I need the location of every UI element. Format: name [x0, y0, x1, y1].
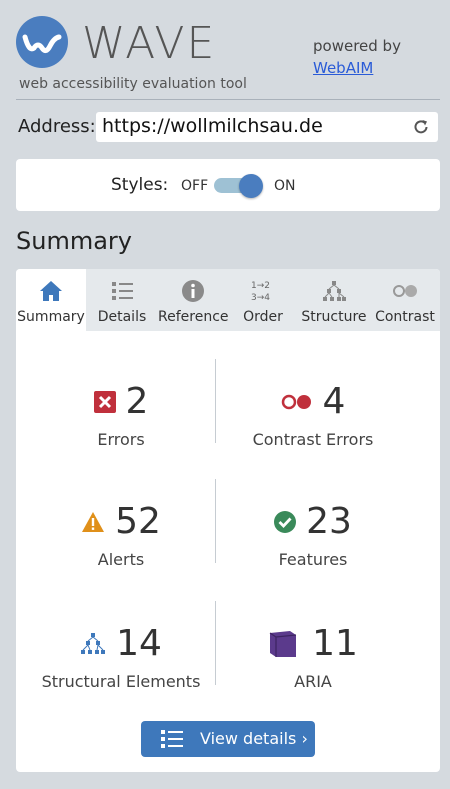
address-label: Address:: [18, 116, 96, 137]
features-count: 23: [306, 501, 352, 542]
tab-label: Details: [97, 309, 147, 325]
structure-icon: [323, 281, 346, 301]
wave-logo-icon: [16, 16, 68, 68]
features-label: Features: [278, 550, 348, 569]
address-value[interactable]: https://wollmilchsau.de: [102, 115, 323, 137]
order-icon: 1→2 3→4: [251, 281, 270, 303]
styles-label: Styles:: [111, 175, 169, 195]
styles-on-label: ON: [274, 178, 296, 194]
alerts-count: 52: [115, 501, 161, 542]
list-icon: [112, 282, 133, 300]
tagline: web accessibility evaluation tool: [19, 76, 247, 92]
page-title: Summary: [16, 227, 132, 255]
tab-label: Reference: [158, 309, 229, 325]
feature-icon: [274, 511, 297, 533]
logo-title: WAVE: [82, 18, 217, 69]
tab-reference[interactable]: Reference: [158, 269, 229, 331]
header-divider: [16, 99, 440, 100]
tab-summary[interactable]: Summary: [16, 269, 86, 331]
contrast-icon: [393, 285, 417, 297]
styles-toggle-knob[interactable]: [239, 174, 263, 198]
aria-label: ARIA: [294, 672, 332, 691]
styles-off-label: OFF: [181, 178, 209, 194]
contrast-error-icon: [281, 394, 311, 410]
aria-icon: [269, 631, 297, 657]
alerts-label: Alerts: [97, 550, 145, 569]
structural-elements-label: Structural Elements: [41, 672, 201, 691]
tab-details[interactable]: Details: [86, 269, 158, 331]
powered-by-text: powered by: [313, 37, 401, 55]
info-icon: [182, 280, 204, 302]
errors-label: Errors: [97, 430, 145, 449]
aria-count: 11: [312, 623, 358, 664]
error-icon: [93, 391, 116, 413]
list-icon: [161, 730, 183, 748]
reload-icon[interactable]: [412, 118, 430, 136]
contrast-errors-label: Contrast Errors: [252, 430, 374, 449]
tab-structure[interactable]: Structure: [298, 269, 370, 331]
svg-text:3→4: 3→4: [251, 293, 270, 303]
view-details-label: View details ›: [200, 729, 308, 748]
structural-elements-count: 14: [116, 623, 162, 664]
tab-order[interactable]: 1→2 3→4 Order: [228, 269, 298, 331]
styles-card: Styles: OFF ON: [16, 159, 440, 211]
tab-label: Order: [243, 309, 283, 325]
alert-icon: [82, 512, 105, 532]
home-icon: [40, 281, 62, 301]
svg-text:1→2: 1→2: [251, 281, 270, 291]
errors-count: 2: [125, 381, 149, 422]
webaim-link[interactable]: WebAIM: [313, 59, 373, 77]
tab-bar: Summary Details Reference 1→2 3→4 Order: [16, 269, 440, 331]
header: WAVE web accessibility evaluation tool p…: [0, 0, 450, 100]
tab-label: Summary: [17, 309, 85, 325]
address-input[interactable]: https://wollmilchsau.de: [96, 112, 438, 142]
tab-label: Structure: [301, 309, 367, 325]
structure-icon: [81, 633, 106, 654]
tab-contrast[interactable]: Contrast: [370, 269, 440, 331]
contrast-errors-count: 4: [322, 381, 346, 422]
summary-panel: Summary Details Reference 1→2 3→4 Order: [16, 269, 440, 772]
view-details-button[interactable]: View details ›: [141, 721, 315, 757]
tab-label: Contrast: [375, 309, 435, 325]
